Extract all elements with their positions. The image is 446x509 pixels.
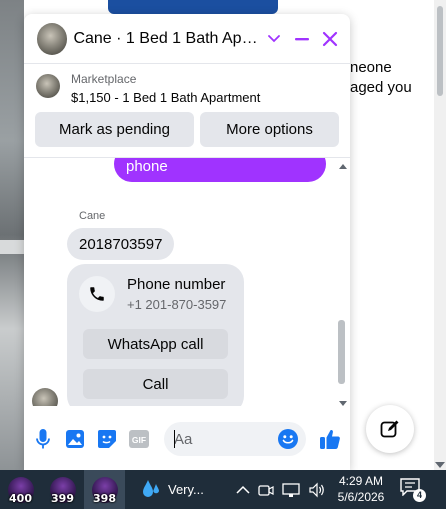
phone-card-number: +1 201-870-3597: [127, 297, 227, 312]
weather-widget[interactable]: Very...: [140, 470, 204, 509]
listing-avatar: [36, 74, 60, 98]
phone-card-title: Phone number: [127, 276, 226, 293]
taskbar-app[interactable]: 400: [0, 470, 41, 509]
thread-scrollbar-thumb[interactable]: [338, 320, 345, 384]
sender-name: Cane: [79, 210, 106, 222]
microphone-icon[interactable]: [32, 428, 54, 450]
chat-header[interactable]: Cane · 1 Bed 1 Bath Apart...: [24, 14, 350, 64]
scroll-down-arrow-icon[interactable]: [339, 401, 347, 406]
raindrop-icon: [143, 479, 159, 497]
phone-icon: [79, 276, 115, 312]
chevron-up-icon[interactable]: [236, 485, 250, 495]
text-caret: [174, 430, 175, 448]
page-scrollbar[interactable]: [434, 0, 446, 470]
clock-time: 4:29 AM: [338, 474, 384, 488]
emoji-icon[interactable]: [278, 429, 298, 449]
background-divider: [0, 240, 24, 254]
app-badge-number: 400: [9, 491, 32, 505]
taskbar-app[interactable]: 399: [42, 470, 83, 509]
message-composer: GIF: [24, 414, 350, 464]
app-badge-number: 398: [93, 491, 116, 505]
gif-icon[interactable]: GIF: [128, 428, 150, 450]
taskbar: 400 399 398 Very... 4:29 AM 5/6/2026 4: [0, 470, 446, 509]
app-icon: 400: [7, 476, 34, 505]
scroll-up-arrow-icon[interactable]: [339, 164, 347, 169]
compose-icon: [380, 420, 399, 438]
volume-icon[interactable]: [308, 482, 326, 498]
gif-label: GIF: [132, 435, 146, 445]
message-input-wrapper: [164, 422, 306, 456]
scroll-down-arrow-icon[interactable]: [435, 462, 445, 468]
avatar[interactable]: [37, 22, 68, 55]
minimize-icon[interactable]: [288, 25, 316, 53]
sent-message-bubble[interactable]: phone: [114, 158, 326, 182]
message-thread: phone Cane 2018703597 Phone number +1 20…: [24, 158, 350, 406]
background-card: [108, 0, 278, 14]
image-icon[interactable]: [64, 428, 86, 450]
marketplace-label: Marketplace: [71, 72, 137, 86]
clock-date: 5/6/2026: [337, 490, 385, 504]
background-text: neone aged you: [350, 58, 412, 98]
sender-avatar[interactable]: [32, 388, 58, 406]
received-message-bubble[interactable]: 2018703597: [67, 228, 175, 260]
page-scrollbar-thumb[interactable]: [437, 6, 443, 96]
camera-icon[interactable]: [258, 482, 274, 498]
whatsapp-call-button[interactable]: WhatsApp call: [83, 329, 228, 359]
marketplace-listing[interactable]: Marketplace $1,150 - 1 Bed 1 Bath Apartm…: [24, 64, 350, 108]
listing-title[interactable]: $1,150 - 1 Bed 1 Bath Apartment: [71, 90, 260, 105]
weather-text: Very...: [168, 482, 204, 497]
phone-number-card: Phone number +1 201-870-3597 WhatsApp ca…: [67, 264, 244, 406]
background-image-strip: [0, 0, 24, 470]
app-icon: 399: [49, 476, 76, 505]
chevron-down-icon[interactable]: [260, 25, 288, 53]
background-text-line: neone: [350, 59, 392, 76]
message-input[interactable]: [174, 430, 270, 448]
thread-scrollbar[interactable]: [336, 158, 350, 406]
system-tray: [236, 470, 326, 509]
listing-actions: Mark as pending More options: [24, 112, 350, 148]
app-badge-number: 399: [51, 491, 74, 505]
call-button[interactable]: Call: [83, 369, 228, 399]
mark-as-pending-button[interactable]: Mark as pending: [35, 112, 194, 147]
chat-title[interactable]: Cane · 1 Bed 1 Bath Apart...: [73, 30, 260, 48]
notification-center[interactable]: 4: [400, 478, 426, 502]
new-message-button[interactable]: [366, 405, 414, 453]
sticker-icon[interactable]: [96, 428, 118, 450]
chat-window: Cane · 1 Bed 1 Bath Apart... Marketplace…: [24, 14, 350, 470]
clock[interactable]: 4:29 AM 5/6/2026: [330, 473, 392, 505]
close-icon[interactable]: [316, 25, 344, 53]
taskbar-app[interactable]: 398: [84, 470, 125, 509]
network-icon[interactable]: [282, 482, 300, 498]
thumbs-up-icon[interactable]: [318, 427, 342, 451]
app-icon: 398: [91, 476, 118, 505]
notification-count: 4: [413, 489, 426, 502]
background-text-line: aged you: [350, 79, 412, 96]
more-options-button[interactable]: More options: [200, 112, 339, 147]
